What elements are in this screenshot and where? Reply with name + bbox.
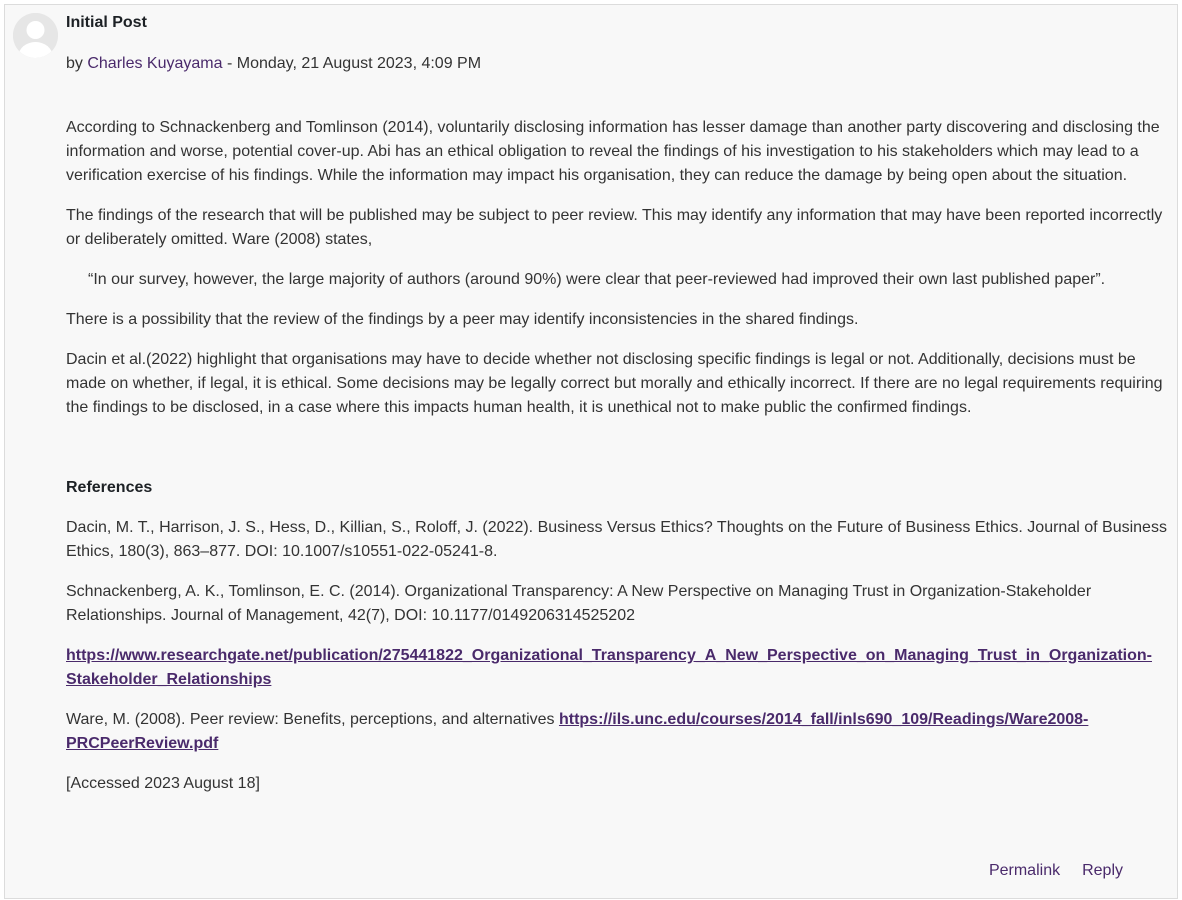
post-subject: Initial Post — [66, 14, 147, 31]
body-quote: “In our survey, however, the large major… — [88, 271, 1106, 288]
reference-ware-text: Ware, M. (2008). Peer review: Benefits, … — [66, 711, 559, 728]
post-byline: by Charles Kuyayama - Monday, 21 August … — [66, 52, 481, 76]
forum-post: Initial Post by Charles Kuyayama - Monda… — [4, 4, 1178, 899]
body-paragraph: There is a possibility that the review o… — [66, 311, 859, 328]
post-date: - Monday, 21 August 2023, 4:09 PM — [222, 55, 482, 72]
references-heading: References — [66, 479, 153, 496]
byline-prefix: by — [66, 55, 88, 72]
researchgate-link[interactable]: https://www.researchgate.net/publication… — [66, 647, 1152, 688]
body-paragraph: According to Schnackenberg and Tomlinson… — [66, 119, 1160, 184]
avatar[interactable] — [13, 13, 58, 58]
reference-link-paragraph: https://www.researchgate.net/publication… — [66, 644, 1172, 692]
post-actions: Permalink Reply — [967, 859, 1123, 883]
reference-ware: Ware, M. (2008). Peer review: Benefits, … — [66, 708, 1172, 756]
reference-dacin: Dacin, M. T., Harrison, J. S., Hess, D.,… — [66, 519, 1167, 560]
permalink-link[interactable]: Permalink — [989, 862, 1060, 879]
author-link[interactable]: Charles Kuyayama — [87, 55, 222, 72]
accessed-note: [Accessed 2023 August 18] — [66, 775, 260, 792]
user-silhouette-icon — [13, 13, 58, 58]
body-paragraph: Dacin et al.(2022) highlight that organi… — [66, 351, 1163, 416]
reply-link[interactable]: Reply — [1082, 862, 1123, 879]
body-paragraph: The findings of the research that will b… — [66, 207, 1163, 248]
reference-schnackenberg: Schnackenberg, A. K., Tomlinson, E. C. (… — [66, 583, 1092, 624]
